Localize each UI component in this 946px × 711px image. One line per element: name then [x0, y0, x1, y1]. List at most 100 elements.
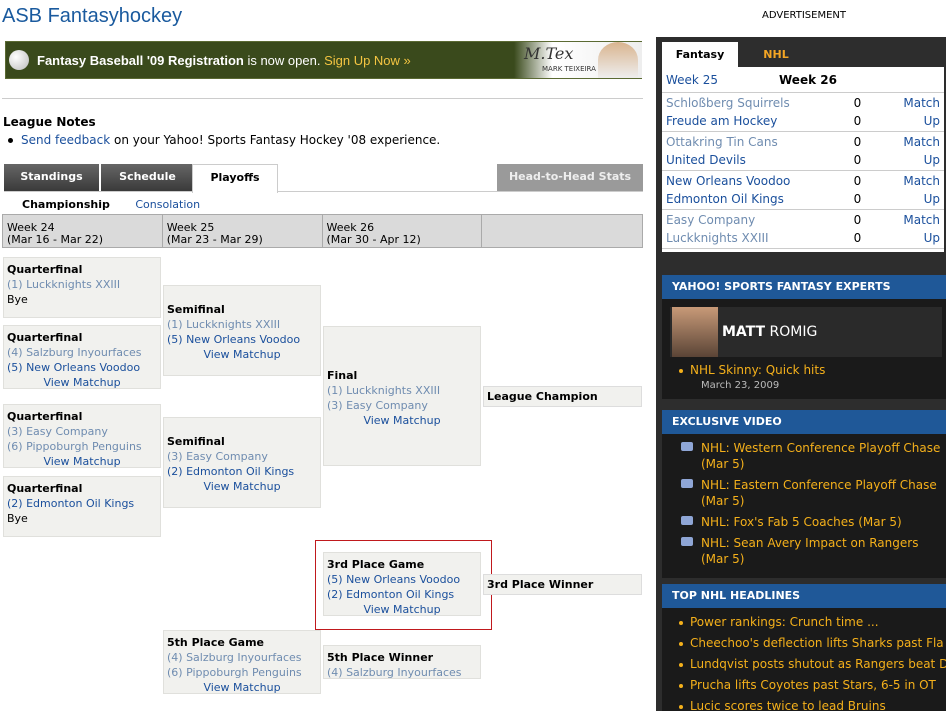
- bracket-fifth-place-game: 5th Place Game (4) Salzburg Inyourfaces …: [163, 630, 321, 694]
- team-score: 0: [853, 231, 862, 245]
- team-name: Ottakring Tin Cans: [666, 135, 778, 149]
- video-link[interactable]: NHL: Sean Avery Impact on Rangers (Mar 5…: [681, 535, 946, 567]
- match-word: Match: [903, 213, 940, 227]
- expert-article-link[interactable]: NHL Skinny: Quick hits: [678, 363, 825, 377]
- view-matchup-link[interactable]: View Matchup: [327, 413, 477, 428]
- team-name: Freude am Hockey: [666, 114, 778, 128]
- team-link[interactable]: (1) Luckknights XXIII: [327, 383, 477, 398]
- team-score: 0: [853, 213, 862, 227]
- matchup-heading: 5th Place Game: [167, 636, 265, 649]
- subtab-championship[interactable]: Championship: [22, 198, 110, 211]
- week-header-25: Week 25 (Mar 23 - Mar 29): [163, 215, 323, 247]
- right-sidebar: Fantasy NHL Week 25 Week 26 Schloßberg S…: [656, 37, 946, 711]
- league-tabs: Standings Schedule Playoffs Head-to-Head…: [4, 164, 643, 193]
- team-name: Easy Company: [666, 213, 756, 227]
- team-link[interactable]: (4) Salzburg Inyourfaces: [7, 345, 157, 360]
- avatar: [672, 307, 718, 357]
- video-link[interactable]: NHL: Fox's Fab 5 Coaches (Mar 5): [681, 514, 946, 530]
- team-name: Edmonton Oil Kings: [666, 192, 784, 206]
- team-link[interactable]: (3) Easy Company: [327, 398, 477, 413]
- bracket-quarterfinal-2: Quarterfinal (4) Salzburg Inyourfaces (5…: [3, 325, 161, 389]
- team-link[interactable]: (1) Luckknights XXIII: [7, 277, 157, 292]
- headlines-heading: TOP NHL HEADLINES: [662, 584, 946, 608]
- view-matchup-link[interactable]: View Matchup: [167, 479, 317, 494]
- matchup-heading: Semifinal: [167, 435, 225, 448]
- team-name: United Devils: [666, 153, 746, 167]
- up-word: Up: [923, 231, 940, 245]
- team-link[interactable]: (4) Salzburg Inyourfaces: [167, 650, 317, 665]
- team-link[interactable]: (3) Easy Company: [7, 424, 157, 439]
- tab-nhl[interactable]: NHL: [738, 42, 814, 67]
- scoreboard-matchup[interactable]: Easy Company 0 Match Luckknights XXIII 0 Up: [662, 210, 944, 249]
- tab-playoffs[interactable]: Playoffs: [192, 164, 278, 193]
- team-link[interactable]: (6) Pippoburgh Penguins: [7, 439, 157, 454]
- team-name: New Orleans Voodoo: [666, 174, 791, 188]
- team-link[interactable]: (5) New Orleans Voodoo: [7, 360, 157, 375]
- video-link[interactable]: NHL: Western Conference Playoff Chase (M…: [681, 440, 946, 472]
- baseball-promo-banner[interactable]: Fantasy Baseball '09 Registration is now…: [5, 41, 642, 79]
- team-score: 0: [853, 192, 862, 206]
- bracket-fifth-place-winner: 5th Place Winner (4) Salzburg Inyourface…: [323, 645, 481, 679]
- team-score: 0: [853, 96, 862, 110]
- matchup-heading: Semifinal: [167, 303, 225, 316]
- match-word: Match: [903, 96, 940, 110]
- signature-glyph: M.Tex: [524, 44, 574, 63]
- scoreboard-matchup[interactable]: New Orleans Voodoo 0 Match Edmonton Oil Ki…: [662, 171, 944, 210]
- headline-link[interactable]: Cheechoo's deflection lifts Sharks past …: [679, 636, 944, 650]
- video-camera-icon: [681, 537, 693, 546]
- team-name: Schloßberg Squirrels: [666, 96, 790, 110]
- week-header-empty: [482, 215, 642, 247]
- view-matchup-link[interactable]: View Matchup: [7, 454, 157, 469]
- league-champion-label: League Champion: [483, 386, 642, 407]
- scoreboard-matchup[interactable]: Schloßberg Squirrels 0 Match Freude am Hoc…: [662, 93, 944, 132]
- team-link[interactable]: (5) New Orleans Voodoo: [167, 332, 317, 347]
- bye-label: Bye: [7, 293, 28, 306]
- expert-card[interactable]: MATT ROMIG: [670, 307, 942, 357]
- view-matchup-link[interactable]: View Matchup: [167, 347, 317, 362]
- headline-link[interactable]: Lucic scores twice to lead Bruins: [679, 699, 886, 711]
- team-score: 0: [853, 135, 862, 149]
- tab-head-to-head-stats[interactable]: Head-to-Head Stats: [497, 164, 643, 191]
- team-link[interactable]: (2) Edmonton Oil Kings: [167, 464, 317, 479]
- tab-schedule[interactable]: Schedule: [101, 164, 194, 191]
- week-25-link[interactable]: Week 25: [666, 73, 779, 87]
- team-link[interactable]: (3) Easy Company: [167, 449, 317, 464]
- baseball-icon: [9, 50, 29, 70]
- matchup-heading: Quarterfinal: [7, 331, 83, 344]
- team-score: 0: [853, 174, 862, 188]
- up-word: Up: [923, 192, 940, 206]
- headline-link[interactable]: Power rankings: Crunch time ...: [679, 615, 879, 629]
- video-camera-icon: [681, 516, 693, 525]
- subtab-consolation[interactable]: Consolation: [135, 198, 200, 211]
- team-link[interactable]: (2) Edmonton Oil Kings: [7, 496, 157, 511]
- banner-text: Fantasy Baseball '09 Registration is now…: [37, 52, 411, 68]
- video-panel: NHL: Western Conference Playoff Chase (M…: [662, 434, 946, 578]
- view-matchup-link[interactable]: View Matchup: [7, 375, 157, 390]
- video-link[interactable]: NHL: Eastern Conference Playoff Chase (M…: [681, 477, 946, 509]
- headline-link[interactable]: Lundqvist posts shutout as Rangers beat …: [678, 657, 946, 671]
- player-photo: [598, 42, 638, 78]
- playoff-subtabs: Championship Consolation: [22, 198, 200, 211]
- matchup-heading: Final: [327, 369, 358, 382]
- experts-heading: YAHOO! SPORTS FANTASY EXPERTS: [662, 275, 946, 299]
- team-link[interactable]: (6) Pippoburgh Penguins: [167, 665, 317, 680]
- scoreboard-week-selector: Week 25 Week 26: [662, 67, 944, 93]
- headlines-panel: Power rankings: Crunch time ... Cheechoo…: [662, 608, 946, 711]
- team-link[interactable]: (4) Salzburg Inyourfaces: [327, 665, 477, 680]
- send-feedback-link[interactable]: Send feedback: [21, 133, 110, 147]
- match-word: Match: [903, 174, 940, 188]
- scoreboard-matchup[interactable]: Ottakring Tin Cans 0 Match United Devils 0 U…: [662, 132, 944, 171]
- banner-signup-link[interactable]: Sign Up Now »: [324, 53, 411, 68]
- up-word: Up: [923, 153, 940, 167]
- tab-fantasy[interactable]: Fantasy: [662, 42, 738, 67]
- headline-link[interactable]: Prucha lifts Coyotes past Stars, 6-5 in …: [679, 678, 936, 692]
- team-name: Luckknights XXIII: [666, 231, 769, 245]
- view-matchup-link[interactable]: View Matchup: [167, 680, 317, 695]
- team-link[interactable]: (1) Luckknights XXIII: [167, 317, 317, 332]
- third-place-winner-label: 3rd Place Winner: [483, 574, 642, 595]
- bracket-quarterfinal-1: Quarterfinal (1) Luckknights XXIII Bye: [3, 257, 161, 318]
- week-header-row: Week 24 (Mar 16 - Mar 22) Week 25 (Mar 23 …: [2, 214, 643, 248]
- tab-standings[interactable]: Standings: [4, 164, 99, 191]
- matchup-heading: Quarterfinal: [7, 482, 83, 495]
- league-notes-item: Send feedback on your Yahoo! Sports Fant…: [8, 133, 440, 147]
